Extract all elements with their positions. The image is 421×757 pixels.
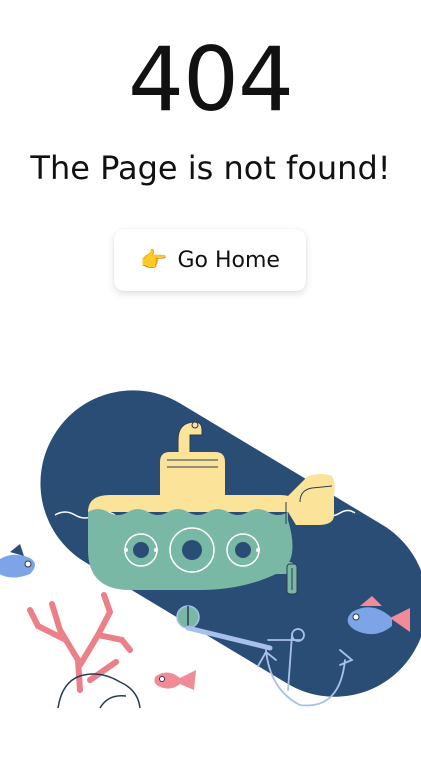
rocks-icon <box>57 673 141 709</box>
pointing-hand-icon: 👉 <box>140 247 168 272</box>
blue-fish-left-icon <box>0 544 35 578</box>
underwater-submarine-illustration <box>0 390 421 709</box>
not-found-page: 404 The Page is not found! 👉 Go Home <box>0 0 421 757</box>
error-code: 404 <box>128 28 294 131</box>
pink-fish-icon <box>154 670 196 690</box>
error-message: The Page is not found! <box>30 149 391 187</box>
go-home-label: Go Home <box>177 247 280 273</box>
go-home-button[interactable]: 👉 Go Home <box>114 229 306 291</box>
